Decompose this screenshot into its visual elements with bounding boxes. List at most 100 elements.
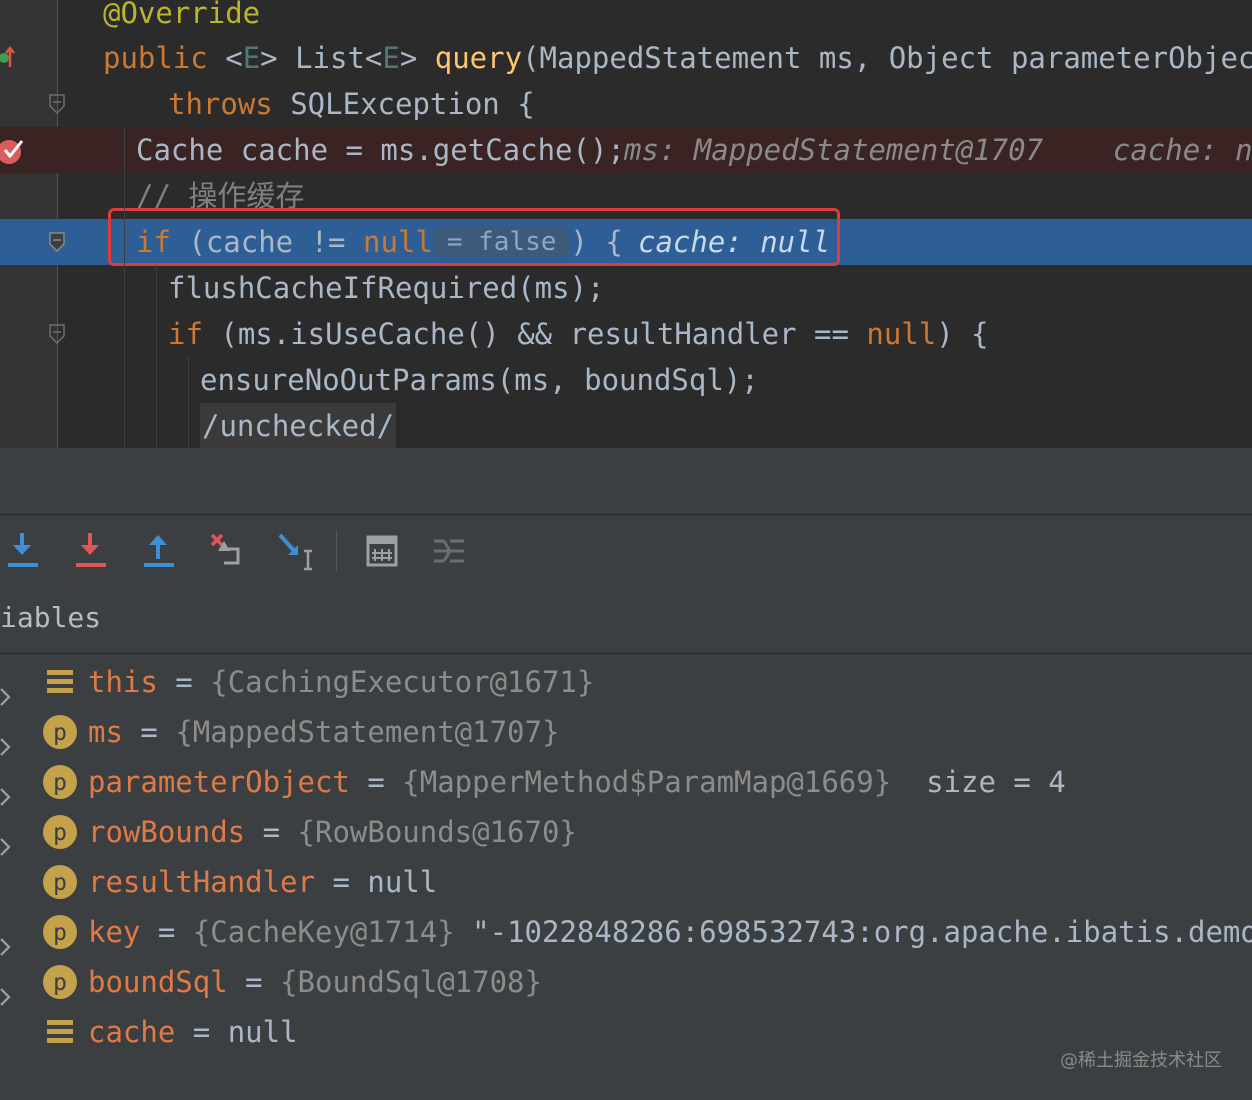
chevron-right-icon[interactable] [0,672,14,706]
variable-name: resultHandler [88,865,315,899]
unchecked-text: /unchecked/ [200,403,397,448]
variable-value: {MapperMethod$ParamMap@1669} [402,765,892,799]
variable-value: null [227,1015,298,1049]
variable-name: key [88,915,141,949]
throws-clause: throws SQLException { [168,87,535,121]
step-over-icon[interactable] [4,529,44,573]
toolbar-separator [336,530,337,572]
parameter-icon: p [42,814,78,850]
variable-text: parameterObject = {MapperMethod$ParamMap… [88,757,1066,807]
svg-text:p: p [53,870,67,896]
parameter-icon: p [42,864,78,900]
variable-text: cache = null [88,1007,298,1057]
code-line-flush: flushCacheIfRequired(ms); [0,265,1252,311]
variable-value: {MappedStatement@1707} [175,715,560,749]
breakpoint-icon[interactable] [0,135,26,165]
chevron-right-icon[interactable] [0,822,14,856]
fold-icon[interactable] [49,94,65,115]
variable-equals: = [349,765,403,799]
variable-name: ms [88,715,123,749]
variable-name: this [88,665,158,699]
variable-row[interactable]: p resultHandler = null [0,857,1252,907]
variables-list[interactable]: this = {CachingExecutor@1671} p ms = {Mapp… [0,654,1252,1100]
override-method-icon[interactable] [0,43,16,73]
variable-value: {CachingExecutor@1671} [210,665,595,699]
code-line-signature: public <E> List<E> query(MappedStatement… [0,35,1252,81]
variable-text: ms = {MappedStatement@1707} [88,707,559,757]
variable-equals: = [157,665,211,699]
variable-value: {RowBounds@1670} [297,815,577,849]
variable-text: this = {CachingExecutor@1671} [88,657,594,707]
variable-text: boundSql = {BoundSql@1708} [88,957,542,1007]
code-line-override: @Override [0,0,1252,36]
debug-toolbar [0,514,1252,588]
method-signature: public <E> List<E> query(MappedStatement… [103,41,1252,75]
code-line-if-usecache: if (ms.isUseCache() && resultHandler == … [0,311,1252,357]
field-icon [42,1014,78,1050]
variable-text: rowBounds = {RowBounds@1670} [88,807,577,857]
variable-extra: "-1022848286:698532743:org.apache.ibatis… [454,915,1252,949]
cache-declaration: Cache cache = ms.getCache(); [136,133,625,167]
variable-equals: = [314,865,368,899]
svg-text:p: p [53,770,67,796]
evaluate-expression-icon[interactable] [362,529,402,573]
variable-row[interactable]: p ms = {MappedStatement@1707} [0,707,1252,757]
variables-header: iables [0,587,1252,654]
run-to-cursor-icon[interactable] [276,529,316,573]
variable-text: key = {CacheKey@1714} "-1022848286:69853… [88,907,1252,957]
variable-row[interactable]: this = {CachingExecutor@1671} [0,657,1252,707]
variable-equals: = [245,815,298,849]
code-line-breakpoint: Cache cache = ms.getCache(); ms: MappedS… [0,127,1252,173]
variable-name: rowBounds [88,815,246,849]
fold-icon[interactable] [49,324,65,345]
field-icon [42,664,78,700]
variable-name: parameterObject [88,765,350,799]
flush-call: flushCacheIfRequired(ms); [168,271,605,305]
variable-row[interactable]: p parameterObject = {MapperMethod$ParamMa… [0,757,1252,807]
variable-value: {BoundSql@1708} [280,965,542,999]
variable-equals: = [140,915,193,949]
drop-frame-icon[interactable] [208,529,248,573]
inline-debug-values: ms: MappedStatement@1707 cache: null [624,133,1252,167]
if-usecache-statement: if (ms.isUseCache() && resultHandler == … [168,317,989,351]
indent-guide [188,357,189,448]
variable-equals: = [227,965,281,999]
code-editor[interactable]: @Override public <E> List<E> query(Mappe… [0,0,1252,448]
highlight-box [108,208,840,266]
svg-text:p: p [53,970,67,996]
trace-stream-chain-icon[interactable] [430,529,470,573]
parameter-icon: p [42,914,78,950]
variables-title: iables [0,601,102,634]
chevron-right-icon[interactable] [0,722,14,756]
variable-row[interactable]: p key = {CacheKey@1714} "-1022848286:6985… [0,907,1252,957]
svg-text:p: p [53,820,67,846]
parameter-icon: p [42,714,78,750]
annotation-override: @Override [103,0,261,30]
step-out-icon[interactable] [140,529,180,573]
variable-value: {CacheKey@1714} [192,915,455,949]
indent-guide [156,265,157,448]
chevron-right-icon[interactable] [0,922,14,956]
parameter-icon: p [42,964,78,1000]
watermark: @稀土掘金技术社区 [1060,1050,1222,1071]
step-into-icon[interactable] [72,529,112,573]
svg-text:p: p [53,920,67,946]
variable-row[interactable]: p rowBounds = {RowBounds@1670} [0,807,1252,857]
variable-name: boundSql [88,965,228,999]
chevron-right-icon[interactable] [0,772,14,806]
variable-row[interactable]: p boundSql = {BoundSql@1708} [0,957,1252,1007]
parameter-icon: p [42,764,78,800]
variable-text: resultHandler = null [88,857,437,907]
svg-text:p: p [53,720,67,746]
fold-icon[interactable] [49,232,65,253]
debug-panel-header [0,448,1252,514]
variable-equals: = [122,715,176,749]
ensure-call: ensureNoOutParams(ms, boundSql); [200,363,759,397]
variable-equals: = [175,1015,228,1049]
code-line-throws: throws SQLException { [0,81,1252,127]
variable-value: null [367,865,438,899]
chevron-right-icon[interactable] [0,972,14,1006]
indent-guide [124,127,125,448]
variable-name: cache [88,1015,176,1049]
variable-extra: size = 4 [891,765,1066,799]
